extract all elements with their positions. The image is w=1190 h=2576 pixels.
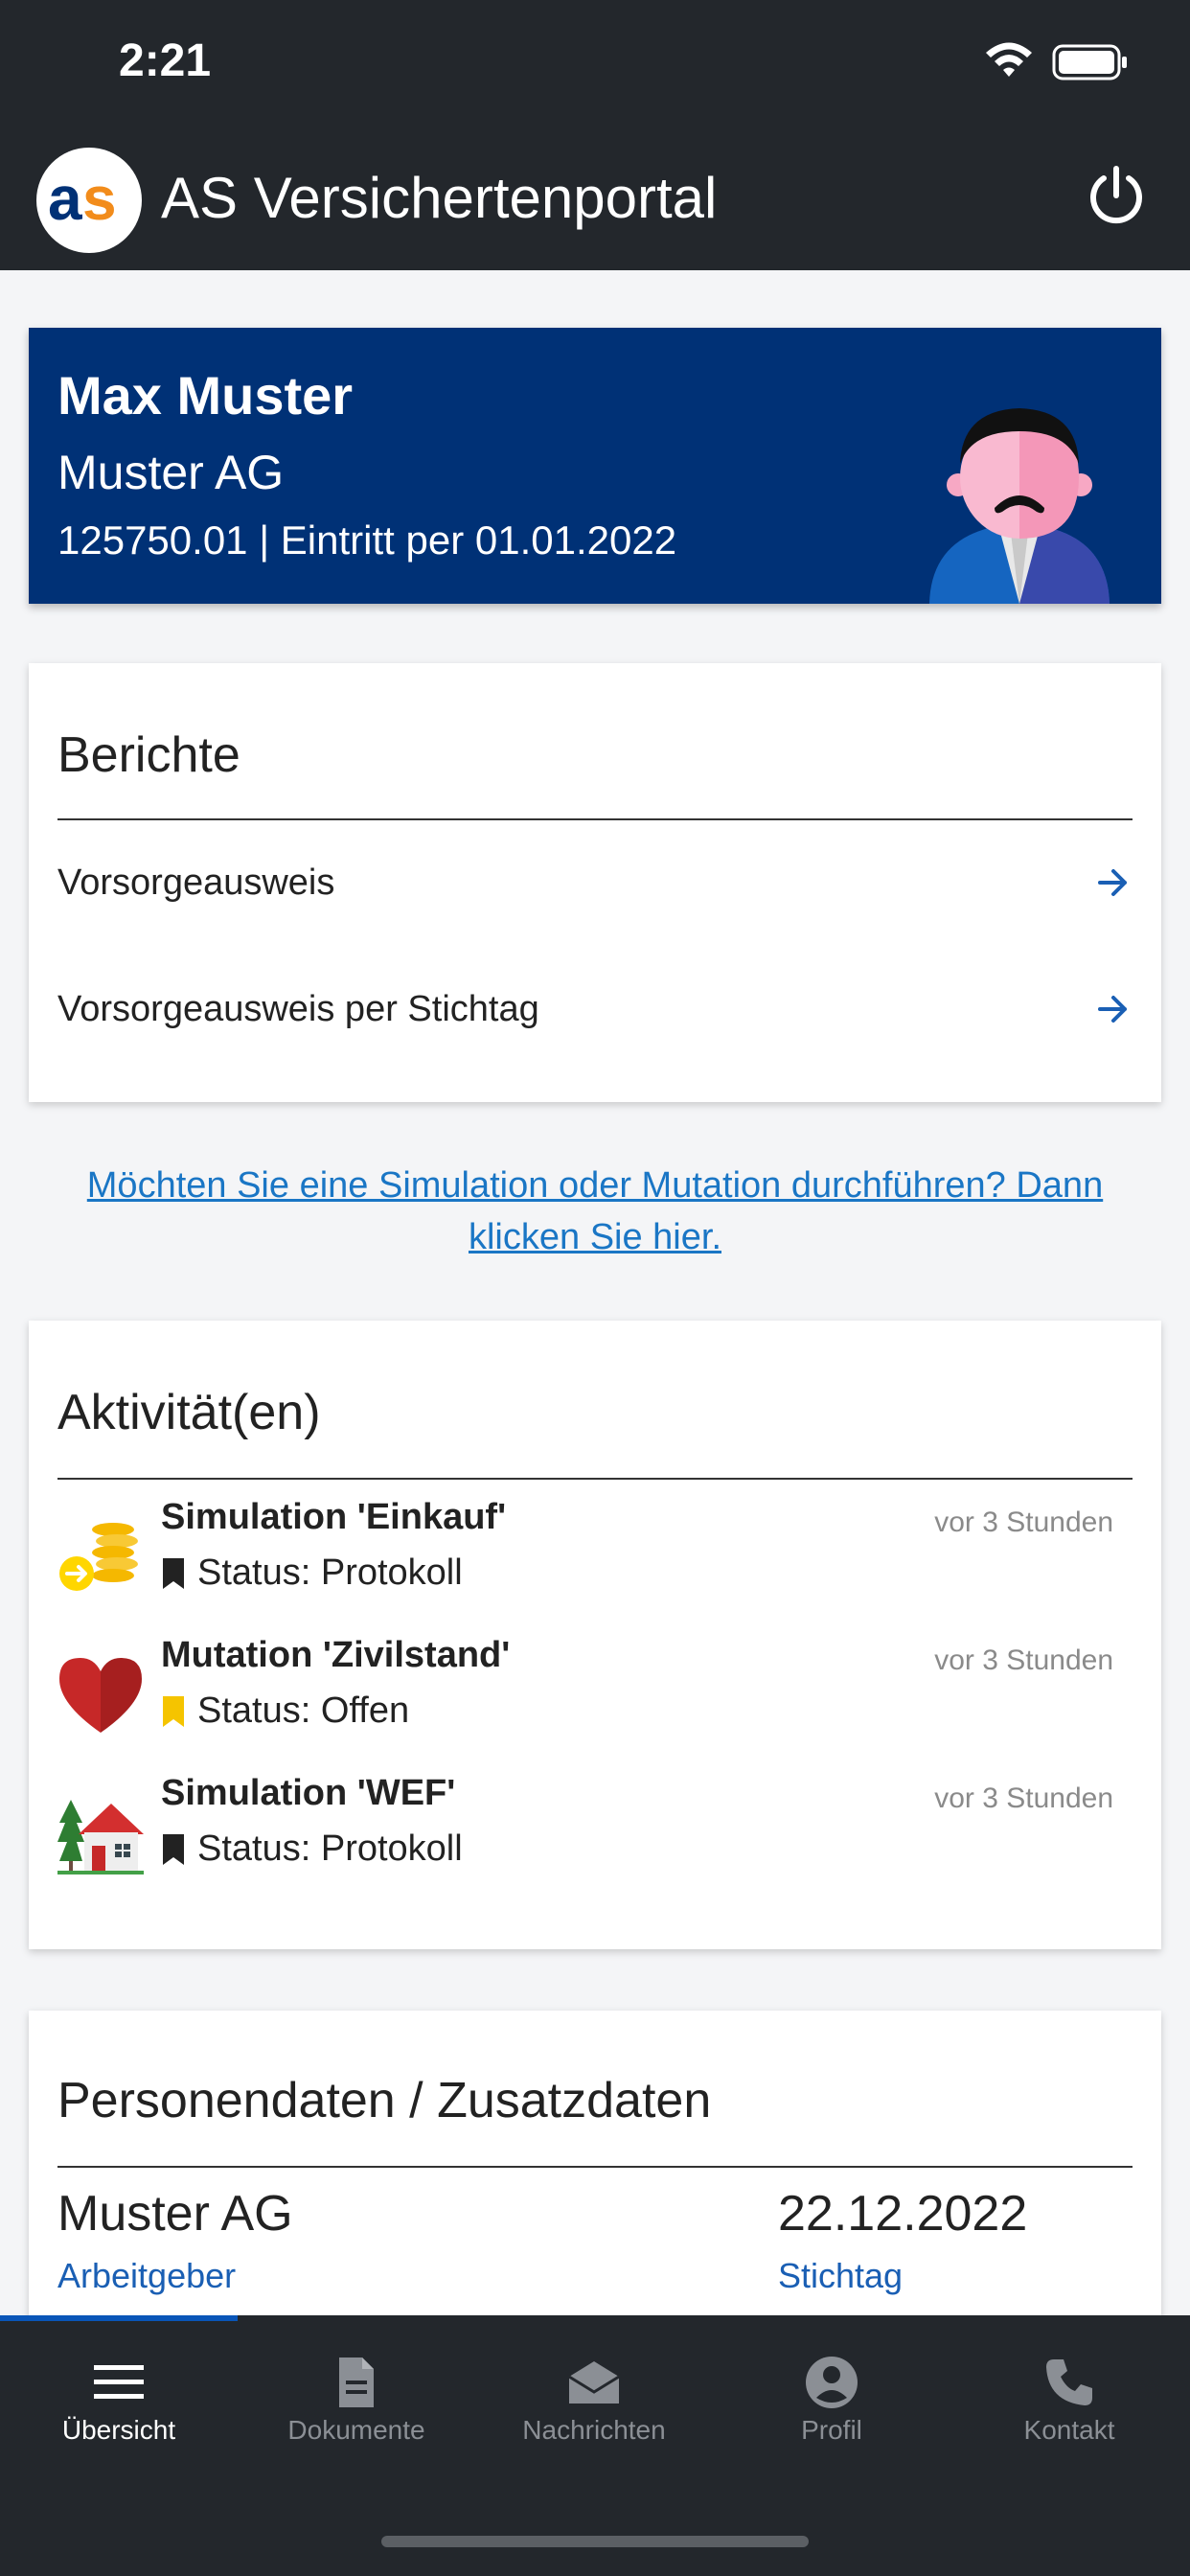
profile-banner: Max Muster Muster AG 125750.01 | Eintrit… bbox=[29, 328, 1161, 604]
heart-icon bbox=[59, 1658, 142, 1733]
svg-text:a: a bbox=[48, 172, 82, 229]
activity-title: Simulation 'Einkauf' bbox=[161, 1497, 507, 1537]
report-item-label: Vorsorgeausweis per Stichtag bbox=[57, 988, 539, 1029]
bookmark-icon bbox=[163, 1695, 184, 1727]
home-indicator[interactable] bbox=[381, 2536, 809, 2547]
tab-uebersicht[interactable]: Übersicht bbox=[0, 2315, 238, 2488]
activity-status-text: Status: Offen bbox=[197, 1690, 410, 1731]
report-item-vorsorgeausweis-stichtag[interactable]: Vorsorgeausweis per Stichtag bbox=[57, 966, 1133, 1052]
activities-title: Aktivität(en) bbox=[57, 1385, 321, 1440]
tab-dokumente[interactable]: Dokumente bbox=[238, 2315, 475, 2488]
date-caption: Stichtag bbox=[778, 2256, 904, 2295]
divider bbox=[57, 818, 1133, 820]
arrow-right-icon bbox=[1098, 869, 1127, 896]
report-item-vorsorgeausweis[interactable]: Vorsorgeausweis bbox=[57, 840, 1133, 926]
activity-item[interactable]: Mutation 'Zivilstand' Status: Offen vor … bbox=[57, 1635, 1133, 1760]
personal-data-title: Personendaten / Zusatzdaten bbox=[57, 2073, 712, 2128]
power-icon[interactable] bbox=[1083, 163, 1150, 230]
activity-time: vor 3 Stunden bbox=[934, 1782, 1113, 1814]
activity-status-text: Status: Protokoll bbox=[197, 1828, 463, 1869]
phone-icon bbox=[1046, 2359, 1092, 2405]
activities-card: Aktivität(en) Simulation 'Einkauf' Statu… bbox=[29, 1321, 1161, 1949]
coins-icon bbox=[59, 1523, 138, 1591]
profile-icon bbox=[806, 2357, 858, 2408]
activity-title: Mutation 'Zivilstand' bbox=[161, 1635, 511, 1675]
status-time: 2:21 bbox=[119, 35, 212, 86]
app-header: a s AS Versichertenportal bbox=[0, 134, 1190, 270]
reports-card: Berichte Vorsorgeausweis Vorsorgeausweis… bbox=[29, 663, 1161, 1102]
activity-item[interactable]: Simulation 'Einkauf' Status: Protokoll v… bbox=[57, 1497, 1133, 1622]
wifi-icon bbox=[986, 42, 1032, 77]
tab-label: Übersicht bbox=[61, 2415, 176, 2445]
document-icon bbox=[339, 2358, 374, 2407]
divider bbox=[57, 1478, 1133, 1480]
date-value: 22.12.2022 bbox=[778, 2186, 1028, 2242]
personal-data-card: Personendaten / Zusatzdaten Muster AG Ar… bbox=[29, 2011, 1161, 2336]
avatar bbox=[929, 408, 1110, 604]
house-icon bbox=[57, 1800, 144, 1874]
employer-value: Muster AG bbox=[57, 2186, 293, 2242]
status-bar: 2:21 bbox=[0, 0, 1190, 134]
activity-status: Status: Protokoll bbox=[161, 1552, 463, 1594]
tab-kontakt[interactable]: Kontakt bbox=[950, 2315, 1188, 2488]
bookmark-icon bbox=[163, 1833, 184, 1865]
tab-label: Dokumente bbox=[287, 2415, 425, 2445]
app-logo: a s bbox=[36, 148, 142, 253]
simulation-mutation-link[interactable]: Möchten Sie eine Simulation oder Mutatio… bbox=[38, 1160, 1152, 1263]
divider bbox=[57, 2166, 1133, 2168]
activity-time: vor 3 Stunden bbox=[934, 1644, 1113, 1676]
reports-title: Berichte bbox=[57, 727, 240, 783]
tab-label: Kontakt bbox=[1023, 2415, 1115, 2445]
tab-label: Profil bbox=[801, 2415, 862, 2445]
profile-company: Muster AG bbox=[57, 446, 285, 499]
tab-nachrichten[interactable]: Nachrichten bbox=[475, 2315, 713, 2488]
activity-title: Simulation 'WEF' bbox=[161, 1773, 456, 1813]
svg-text:s: s bbox=[82, 172, 117, 229]
battery-icon bbox=[1052, 44, 1127, 80]
activity-status-text: Status: Protokoll bbox=[197, 1552, 463, 1593]
activity-status: Status: Offen bbox=[161, 1690, 409, 1732]
report-item-label: Vorsorgeausweis bbox=[57, 862, 335, 903]
activity-time: vor 3 Stunden bbox=[934, 1506, 1113, 1538]
menu-icon bbox=[94, 2365, 144, 2399]
tab-label: Nachrichten bbox=[522, 2415, 666, 2445]
bookmark-icon bbox=[163, 1557, 184, 1589]
activity-status: Status: Protokoll bbox=[161, 1828, 463, 1870]
tab-profil[interactable]: Profil bbox=[713, 2315, 950, 2488]
profile-name: Max Muster bbox=[57, 365, 354, 426]
employer-caption: Arbeitgeber bbox=[57, 2256, 237, 2295]
profile-meta: 125750.01 | Eintritt per 01.01.2022 bbox=[57, 518, 677, 563]
mail-icon bbox=[568, 2361, 620, 2404]
arrow-right-icon bbox=[1098, 996, 1127, 1023]
app-title: AS Versichertenportal bbox=[161, 166, 718, 230]
activity-item[interactable]: Simulation 'WEF' Status: Protokoll vor 3… bbox=[57, 1773, 1133, 1898]
as-logo-icon: a s bbox=[48, 172, 117, 229]
